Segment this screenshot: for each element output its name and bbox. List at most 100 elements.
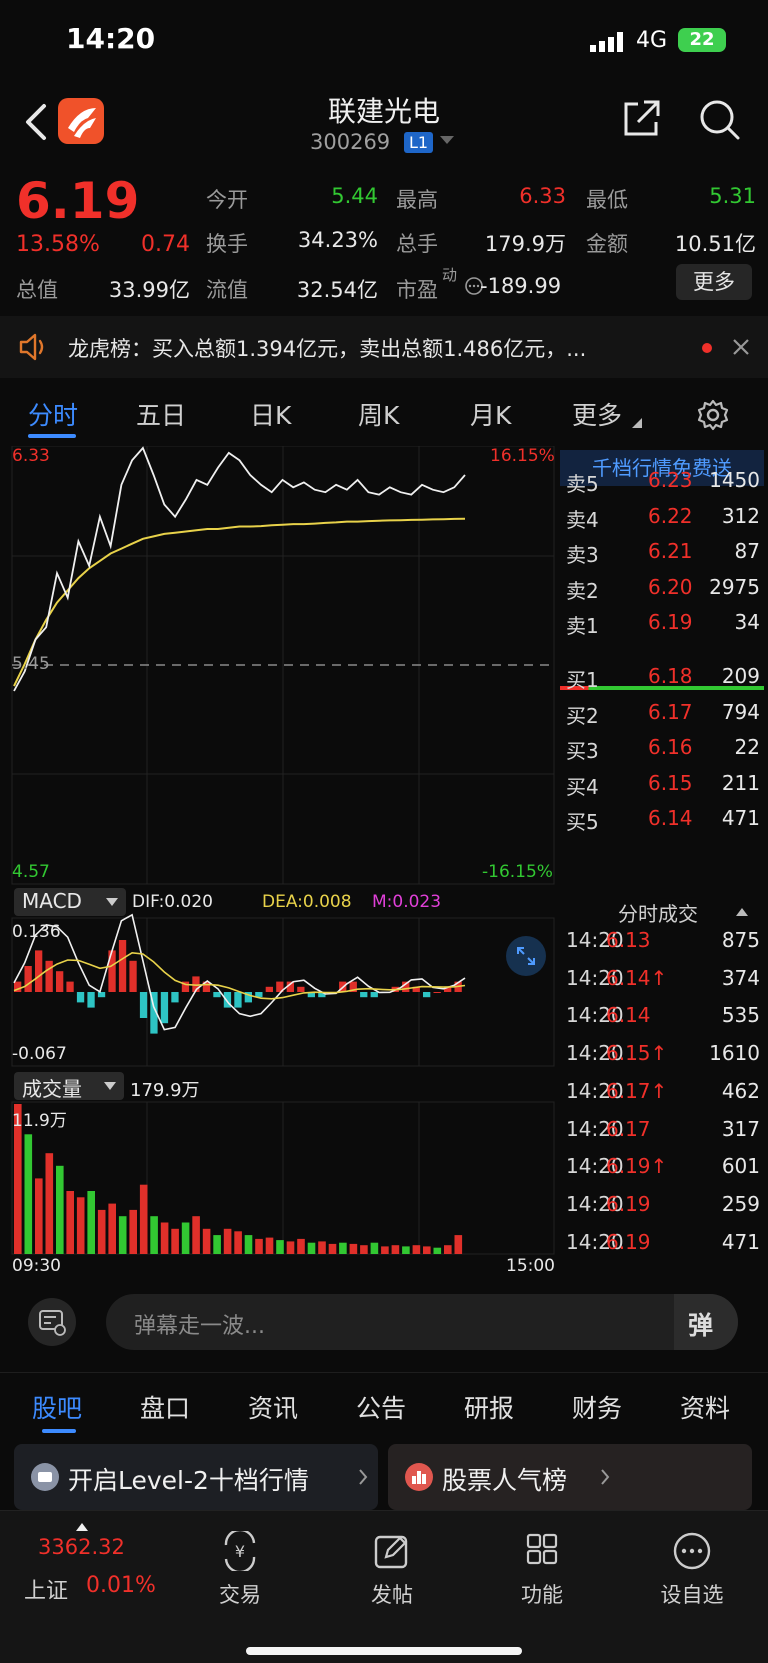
popularity-card[interactable]: 股票人气榜: [388, 1444, 752, 1510]
expand-icon: [517, 947, 535, 965]
settings-gear-icon[interactable]: [696, 398, 730, 432]
index-change: 0.01%: [86, 1573, 156, 1598]
pe-superscript: 动: [442, 266, 458, 284]
bid-row[interactable]: 买1 6.18 209: [556, 658, 768, 694]
chevron-down-icon[interactable]: [440, 136, 454, 146]
ask-row[interactable]: 卖5 6.23 1450: [556, 462, 768, 498]
triangle-up-icon[interactable]: [736, 908, 748, 916]
trade-price: 6.19: [606, 1229, 651, 1254]
tab-weekly-k[interactable]: 周K: [358, 396, 399, 432]
search-icon[interactable]: [698, 98, 742, 142]
tab-daily-k[interactable]: 日K: [250, 396, 291, 432]
intraday-chart[interactable]: 6.33 5.45 4.57 16.15% -16.15% MACD DIF:0…: [0, 445, 556, 1278]
danmu-toggle-button[interactable]: [28, 1298, 76, 1346]
tab-announcements[interactable]: 公告: [356, 1389, 406, 1425]
ask-label: 卖3: [566, 543, 599, 567]
macd-bar: [265, 986, 273, 992]
trade-row[interactable]: 14:20 6.14 535: [556, 997, 768, 1033]
more-dots-icon: [673, 1532, 711, 1570]
current-price: 6.19: [16, 172, 140, 230]
ranking-icon: [405, 1463, 433, 1491]
bid-row[interactable]: 买3 6.16 22: [556, 729, 768, 765]
volume-bar: [265, 1237, 274, 1254]
tab-profile[interactable]: 资料: [680, 1389, 730, 1425]
trade-row[interactable]: 14:20 6.17↑ 462: [556, 1073, 768, 1109]
nav-functions[interactable]: 功能: [492, 1531, 592, 1609]
tab-five-day[interactable]: 五日: [136, 396, 186, 432]
tab-news[interactable]: 资讯: [248, 1389, 298, 1425]
danmu-send-button[interactable]: 弹: [674, 1294, 738, 1350]
share-icon[interactable]: [620, 98, 662, 140]
bid-label: 买2: [566, 703, 599, 728]
trade-price: 6.14: [606, 1003, 651, 1028]
bid-price: 6.18: [648, 664, 693, 688]
trade-icon: ¥: [224, 1528, 256, 1574]
trade-row[interactable]: 14:20 6.19 259: [556, 1186, 768, 1222]
trade-row[interactable]: 14:20 6.17 317: [556, 1111, 768, 1147]
ask-price: 6.19: [648, 610, 693, 634]
ask-row[interactable]: 卖2 6.20 2975: [556, 569, 768, 605]
ask-row[interactable]: 卖4 6.22 312: [556, 498, 768, 534]
network-type: 4G: [636, 28, 668, 53]
turnover-label: 换手: [206, 232, 248, 256]
close-icon[interactable]: [732, 338, 750, 356]
macd-dif-line: [13, 913, 466, 1031]
nav-post-label: 发帖: [371, 1583, 413, 1607]
time-axis-start: 09:30: [12, 1256, 61, 1276]
more-button[interactable]: 更多: [676, 264, 752, 300]
volume-bar: [160, 1222, 169, 1254]
macd-bar: [297, 986, 305, 992]
tab-forum[interactable]: 股吧: [32, 1389, 82, 1425]
trade-row[interactable]: 14:20 6.14↑ 374: [556, 960, 768, 996]
macd-dea-label: DEA:0.008: [262, 892, 352, 912]
tab-finance[interactable]: 财务: [572, 1389, 622, 1425]
volume-bar: [181, 1222, 190, 1254]
volume-bar: [370, 1242, 379, 1254]
nav-watchlist-label: 设自选: [660, 1583, 724, 1607]
macd-title: MACD: [22, 889, 82, 913]
trade-row[interactable]: 14:20 6.19↑ 601: [556, 1148, 768, 1184]
fullscreen-button[interactable]: [506, 936, 546, 976]
trade-row[interactable]: 14:20 6.15↑ 1610: [556, 1035, 768, 1071]
trade-volume: 535: [721, 1003, 760, 1028]
ask-row[interactable]: 卖1 6.19 34: [556, 604, 768, 640]
danmu-settings-icon: [39, 1310, 66, 1336]
high-label: 最高: [396, 188, 438, 212]
volume-bar: [318, 1241, 326, 1254]
tab-intraday[interactable]: 分时: [28, 396, 78, 432]
danmu-input[interactable]: 弹幕走一波...: [106, 1294, 738, 1350]
tab-market[interactable]: 盘口: [140, 1389, 190, 1425]
bid-price: 6.16: [648, 735, 693, 759]
trade-row[interactable]: 14:20 6.13 875: [556, 922, 768, 958]
bid-row[interactable]: 买2 6.17 794: [556, 694, 768, 730]
macd-indicator-select[interactable]: MACD: [14, 888, 126, 916]
nav-watchlist[interactable]: 设自选: [642, 1531, 742, 1609]
trade-price: 6.19↑: [606, 1154, 668, 1179]
danmu-bar: 弹幕走一波... 弹: [0, 1288, 768, 1358]
index-ticker[interactable]: 3362.32 上证 0.01%: [0, 1511, 164, 1631]
dragon-tiger-notice[interactable]: 龙虎榜：买入总额1.394亿元，卖出总额1.486亿元，...: [0, 316, 768, 378]
trade-price: 6.19: [606, 1191, 651, 1216]
level2-card[interactable]: 开启Level-2十档行情: [14, 1444, 378, 1510]
tab-monthly-k[interactable]: 月K: [470, 396, 511, 432]
nav-post[interactable]: 发帖: [342, 1531, 442, 1609]
volume-bar: [97, 1209, 106, 1254]
trade-row[interactable]: 14:20 6.19 471: [556, 1224, 768, 1260]
ask-volume: 1450: [709, 468, 760, 492]
volume-bar: [139, 1184, 148, 1254]
grid-icon: [526, 1533, 558, 1565]
trade-price: 6.14↑: [606, 965, 668, 990]
level-badge[interactable]: L1: [404, 132, 434, 153]
ask-row[interactable]: 卖3 6.21 87: [556, 533, 768, 569]
macd-bar: [56, 971, 64, 992]
volume-bars: [14, 1104, 463, 1254]
bid-row[interactable]: 买5 6.14 471: [556, 800, 768, 836]
low-label: 最低: [586, 188, 628, 212]
low-value: 5.31: [709, 184, 756, 208]
volume-indicator-select[interactable]: 成交量: [14, 1072, 124, 1101]
bid-row[interactable]: 买4 6.15 211: [556, 765, 768, 801]
chart-canvas[interactable]: [0, 445, 556, 1278]
tab-more[interactable]: 更多: [572, 396, 622, 432]
tab-research[interactable]: 研报: [464, 1389, 514, 1425]
nav-trade[interactable]: ¥ 交易: [190, 1528, 290, 1609]
